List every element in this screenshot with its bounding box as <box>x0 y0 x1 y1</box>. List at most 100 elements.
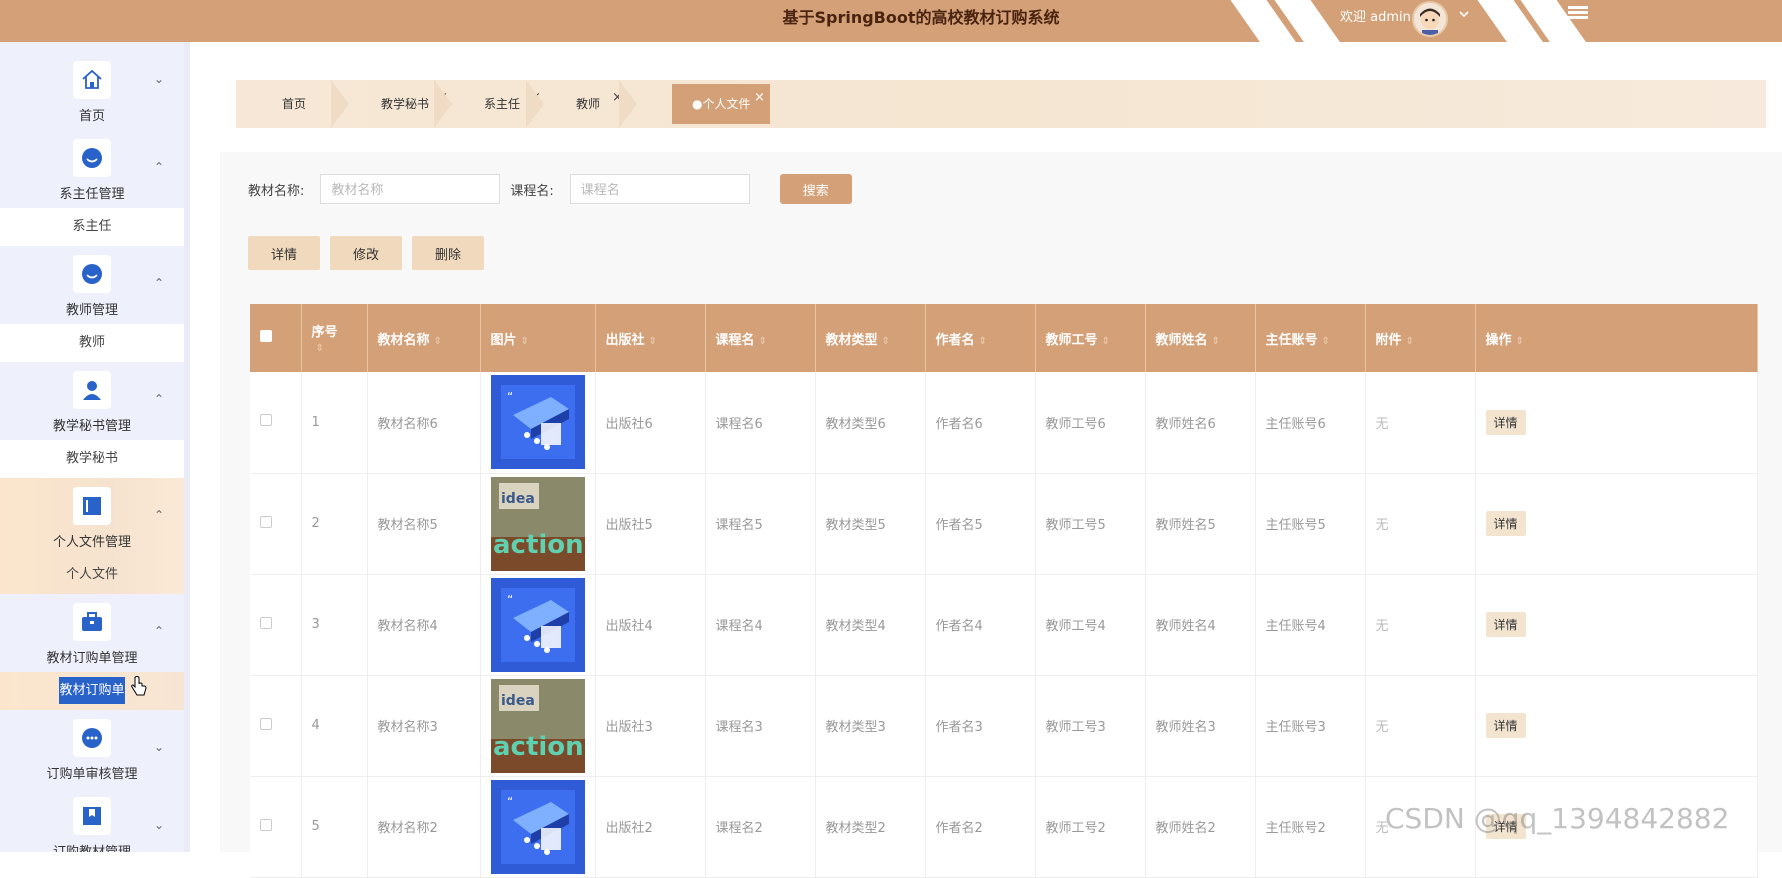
sort-icon[interactable]: ⇕ <box>649 336 657 347</box>
sidebar-item-personal-files-management[interactable]: 个人文件管理 ⌃ <box>0 478 184 556</box>
row-checkbox[interactable] <box>260 717 272 730</box>
sidebar-item-director-management[interactable]: 系主任管理 ⌃ <box>0 130 184 208</box>
sort-icon[interactable]: ⇕ <box>1102 336 1110 347</box>
select-all-checkbox[interactable] <box>260 330 272 342</box>
sidebar-item-home[interactable]: 首页 ⌄ <box>0 42 184 130</box>
top-header: 基于SpringBoot的高校教材订购系统 欢迎 admin <box>0 0 1782 42</box>
column-header[interactable]: 操作 ⇕ <box>1475 304 1758 372</box>
column-header[interactable]: 主任账号 ⇕ <box>1255 304 1366 372</box>
cell-course: 课程名2 <box>705 776 816 878</box>
close-icon[interactable]: × <box>754 78 765 118</box>
briefcase-icon <box>73 603 111 641</box>
row-checkbox-cell[interactable] <box>250 473 302 575</box>
sort-icon[interactable]: ⇕ <box>434 336 442 347</box>
chevron-down-icon: ⌄ <box>153 740 164 754</box>
book-icon <box>73 487 111 525</box>
chevron-up-icon: ⌃ <box>153 508 164 522</box>
delete-button[interactable]: 删除 <box>412 236 484 270</box>
breadcrumb-label: 系主任 <box>484 97 521 111</box>
sidebar-subitem-teacher[interactable]: 教师 <box>0 324 184 362</box>
row-checkbox[interactable] <box>260 414 272 427</box>
textbook-name-input[interactable] <box>320 174 501 204</box>
sort-icon[interactable]: ⇕ <box>882 336 890 347</box>
search-bar: 教材名称: 课程名: 搜索 <box>248 174 852 204</box>
breadcrumb-teacher[interactable]: 教师 × <box>576 84 623 124</box>
row-checkbox-cell[interactable] <box>250 675 302 777</box>
breadcrumb-personal-files[interactable]: ●个人文件 × <box>672 84 770 124</box>
column-header[interactable]: 教师姓名 ⇕ <box>1145 304 1256 372</box>
sort-icon[interactable]: ⇕ <box>1516 336 1524 347</box>
operation-cell: 详情 <box>1475 574 1758 676</box>
column-header[interactable]: 图片 ⇕ <box>480 304 596 372</box>
sort-icon[interactable]: ⇕ <box>1212 336 1220 347</box>
chevron-up-icon: ⌃ <box>153 276 164 290</box>
sidebar-item-label: 个人文件管理 <box>52 535 131 550</box>
column-header[interactable]: 出版社 ⇕ <box>595 304 706 372</box>
sidebar-item-purchased-books-management[interactable]: 订购教材管理 ⌄ <box>0 788 184 852</box>
row-checkbox-cell[interactable] <box>250 574 302 676</box>
menu-toggle-icon[interactable] <box>1568 4 1588 24</box>
sort-icon[interactable]: ⇕ <box>1406 336 1414 347</box>
sidebar-scrollbar[interactable] <box>184 42 190 852</box>
sidebar-item-order-review-management[interactable]: 订购单审核管理 ⌄ <box>0 710 184 788</box>
cell-course: 课程名6 <box>705 372 816 474</box>
sidebar-subitem-personal-files[interactable]: 个人文件 <box>0 556 184 594</box>
content-panel: 教材名称: 课程名: 搜索 详情 修改 删除 序号⇕ 教材名称⇕ 图片⇕ <box>220 152 1782 878</box>
breadcrumb: 首页 教学秘书 × 系主任 × 教师 × ●个人文件 × <box>236 80 1766 128</box>
table-row: 3 教材名称4 “ 出版社4 课程名4 教材类型4 作者名4 教师工号4 教师姓名4 主任账号4 无… <box>250 574 1758 676</box>
textbook-image: idea action <box>490 678 585 773</box>
sidebar-group-order-review: 订购单审核管理 ⌄ <box>0 710 184 788</box>
column-header[interactable]: 课程名 ⇕ <box>705 304 816 372</box>
breadcrumb-secretary[interactable]: 教学秘书 × <box>381 84 448 124</box>
table-row: 2 教材名称5 idea action 出版社5 课程名5 教材类型5 作者名5 教师工号5 教师… <box>250 473 1758 575</box>
row-detail-button[interactable]: 详情 <box>1485 511 1526 536</box>
table-header-row: 序号 ⇕ 教材名称 ⇕ 图片 ⇕ 出版社 ⇕ 课程名 ⇕ 教材类型 ⇕ 作者名 ⇕ 教师工号 ⇕… <box>250 304 1758 372</box>
cell-name: 教材名称4 <box>367 574 481 676</box>
edit-button[interactable]: 修改 <box>330 236 402 270</box>
column-header[interactable]: 作者名 ⇕ <box>925 304 1036 372</box>
row-checkbox[interactable] <box>260 515 272 528</box>
sidebar-group-home: 首页 ⌄ <box>0 42 184 130</box>
course-name-input[interactable] <box>569 174 750 204</box>
row-checkbox[interactable] <box>260 616 272 629</box>
row-detail-button[interactable]: 详情 <box>1485 409 1526 435</box>
search-button[interactable]: 搜索 <box>779 174 852 204</box>
row-detail-button[interactable]: 详情 <box>1485 713 1526 738</box>
avatar[interactable] <box>1412 1 1448 37</box>
sidebar-subitem-director[interactable]: 系主任 <box>0 208 184 246</box>
sidebar-item-teacher-management[interactable]: 教师管理 ⌃ <box>0 246 184 324</box>
hand-cursor-icon <box>130 675 148 702</box>
row-checkbox-cell[interactable] <box>250 372 302 474</box>
sidebar-item-orders-management[interactable]: 教材订购单管理 ⌃ <box>0 594 184 672</box>
cell-no: 4 <box>301 675 368 777</box>
row-detail-button[interactable]: 详情 <box>1485 612 1526 637</box>
sort-icon[interactable]: ⇕ <box>759 336 767 347</box>
column-header[interactable]: 教师工号 ⇕ <box>1035 304 1146 372</box>
cell-no: 3 <box>301 574 368 676</box>
breadcrumb-director[interactable]: 系主任 × <box>484 84 541 124</box>
sort-icon[interactable]: ⇕ <box>316 343 324 354</box>
row-checkbox[interactable] <box>260 818 272 831</box>
cell-author: 作者名2 <box>925 776 1036 878</box>
sort-icon[interactable]: ⇕ <box>1322 336 1330 347</box>
column-header[interactable]: 教材名称 ⇕ <box>367 304 481 372</box>
row-checkbox-cell[interactable] <box>250 776 302 878</box>
detail-button[interactable]: 详情 <box>248 236 320 270</box>
svg-text:action: action <box>493 530 584 560</box>
image-cell: idea action <box>480 675 596 777</box>
sort-icon[interactable]: ⇕ <box>521 336 529 347</box>
action-buttons: 详情 修改 删除 <box>248 236 484 270</box>
select-all-checkbox-cell[interactable] <box>250 304 302 372</box>
column-header[interactable]: 序号 ⇕ <box>301 304 368 372</box>
operation-cell: 详情 <box>1475 675 1758 777</box>
column-header[interactable]: 教材类型 ⇕ <box>815 304 926 372</box>
sidebar-item-secretary-management[interactable]: 教学秘书管理 ⌃ <box>0 362 184 440</box>
column-header[interactable]: 附件 ⇕ <box>1365 304 1476 372</box>
sidebar-subitem-orders[interactable]: 教材订购单 <box>0 672 184 710</box>
sort-icon[interactable]: ⇕ <box>979 336 987 347</box>
sidebar-subitem-secretary[interactable]: 教学秘书 <box>0 440 184 478</box>
sidebar-item-label: 订购教材管理 <box>53 841 131 852</box>
sidebar-item-label: 首页 <box>78 109 105 124</box>
breadcrumb-home[interactable]: 首页 <box>236 84 346 124</box>
chevron-down-icon[interactable] <box>1458 8 1470 24</box>
